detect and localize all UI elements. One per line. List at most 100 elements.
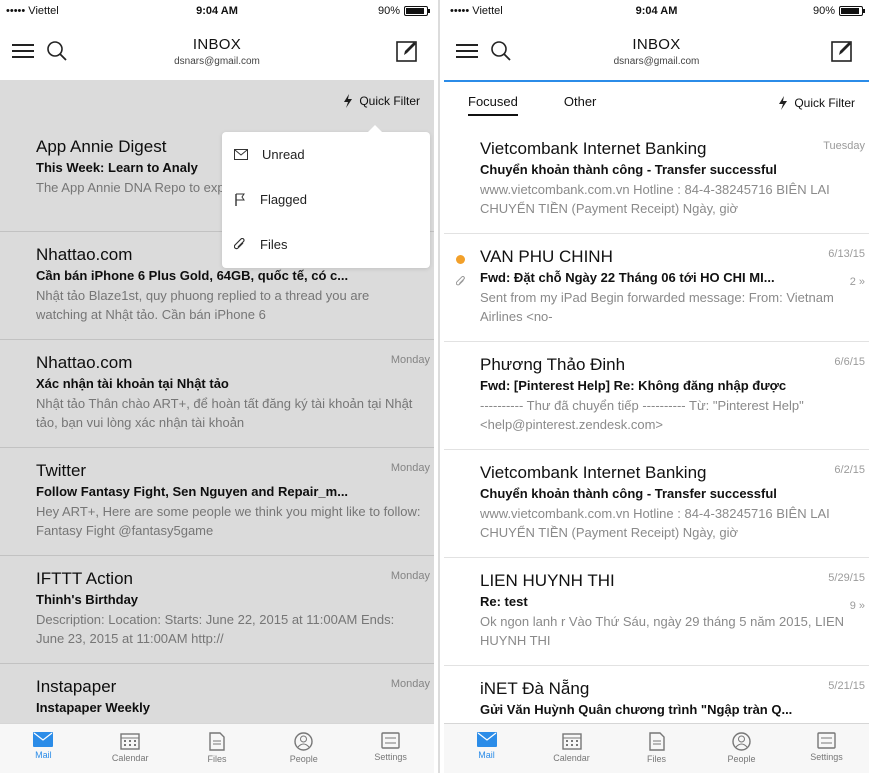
message-date: Monday bbox=[390, 678, 430, 690]
quick-filter-label: Quick Filter bbox=[359, 94, 420, 108]
filter-flagged[interactable]: Flagged bbox=[222, 177, 430, 222]
file-icon bbox=[648, 732, 665, 754]
inbox-title: INBOX bbox=[192, 36, 242, 53]
message-sender: Twitter bbox=[36, 461, 87, 480]
quick-filter-label: Quick Filter bbox=[794, 96, 855, 110]
message-date: 5/21/15 bbox=[828, 680, 865, 692]
message-row[interactable]: Nhattao.com Xác nhận tài khoản tại Nhật t… bbox=[0, 340, 434, 448]
tab-bar-label: People bbox=[727, 754, 756, 764]
message-row[interactable]: Twitter Follow Fantasy Fight, Sen Nguyen … bbox=[0, 448, 434, 556]
battery-indicator: 90% bbox=[378, 5, 430, 17]
message-date: Monday bbox=[390, 354, 430, 366]
tab-bar-mail[interactable]: Mail bbox=[444, 724, 529, 773]
compose-icon[interactable] bbox=[394, 38, 420, 64]
envelope-icon bbox=[234, 149, 248, 160]
settings-icon bbox=[817, 732, 836, 752]
message-row[interactable]: Vietcombank Internet Banking Chuyển khoản… bbox=[444, 126, 869, 234]
account-email: dsnars@gmail.com bbox=[174, 56, 260, 67]
message-date: 6/13/15 bbox=[828, 248, 865, 260]
message-subject: Instapaper Weekly bbox=[36, 700, 150, 715]
tab-bar: Mail Calendar Files People Settings bbox=[0, 723, 434, 773]
message-sender: Vietcombank Internet Banking bbox=[480, 139, 707, 158]
message-subject: Chuyển khoản thành công - Transfer succe… bbox=[480, 486, 777, 501]
tab-bar-calendar[interactable]: Calendar bbox=[529, 724, 614, 773]
quick-filter-button[interactable]: Quick Filter bbox=[778, 96, 855, 110]
right-screen: ••••• Viettel 9:04 AM 90% INBOX dsnars@g… bbox=[444, 0, 869, 773]
message-row[interactable]: IFTTT Action Thinh's Birthday Description:… bbox=[0, 556, 434, 664]
message-preview: Ok ngon lanh r Vào Thứ Sáu, ngày 29 thán… bbox=[480, 614, 845, 648]
paperclip-icon bbox=[234, 238, 245, 250]
tab-bar-calendar[interactable]: Calendar bbox=[87, 724, 174, 773]
tab-other[interactable]: Other bbox=[564, 94, 597, 116]
message-subject: Follow Fantasy Fight, Sen Nguyen and Rep… bbox=[36, 484, 349, 499]
file-icon bbox=[209, 732, 225, 754]
tab-bar-mail[interactable]: Mail bbox=[0, 724, 87, 773]
left-screen: ••••• Viettel 9:04 AM 90% INBOX dsnars@g… bbox=[0, 0, 434, 773]
tab-bar-files[interactable]: Files bbox=[614, 724, 699, 773]
tab-bar-files[interactable]: Files bbox=[174, 724, 261, 773]
calendar-icon bbox=[561, 732, 582, 753]
envelope-icon bbox=[33, 732, 54, 750]
message-row[interactable]: LIEN HUYNH THI Re: test Ok ngon lanh r Vào… bbox=[444, 558, 869, 666]
tab-bar-label: Calendar bbox=[553, 753, 590, 763]
message-subject: Fwd: Đặt chỗ Ngày 22 Tháng 06 tới HO CHI… bbox=[480, 270, 775, 285]
status-bar: ••••• Viettel 9:04 AM 90% bbox=[0, 0, 434, 22]
paperclip-icon bbox=[456, 276, 465, 286]
message-sender: iNET Đà Nẵng bbox=[480, 679, 590, 698]
tab-bar-people[interactable]: People bbox=[260, 724, 347, 773]
filter-unread[interactable]: Unread bbox=[222, 132, 430, 177]
flag-icon bbox=[235, 193, 245, 206]
message-preview: Description: Location: Starts: June 22, … bbox=[36, 612, 395, 646]
status-time: 9:04 AM bbox=[635, 5, 678, 17]
message-preview: www.vietcombank.com.vn Hotline : 84-4-38… bbox=[480, 506, 830, 540]
message-date: Monday bbox=[390, 462, 430, 474]
message-sender: Nhattao.com bbox=[36, 353, 133, 372]
message-subject: Fwd: [Pinterest Help] Re: Không đăng nhậ… bbox=[480, 378, 787, 393]
tab-bar: Mail Calendar Files People Settings bbox=[444, 723, 869, 773]
filter-bar: Quick Filter bbox=[0, 80, 434, 124]
tab-bar-label: Files bbox=[646, 754, 666, 764]
nav-bar: INBOX dsnars@gmail.com bbox=[0, 22, 434, 80]
tab-focused[interactable]: Focused bbox=[468, 94, 518, 116]
message-date: Monday bbox=[390, 570, 430, 582]
thread-count: 2 » bbox=[849, 276, 865, 288]
message-sender: Vietcombank Internet Banking bbox=[480, 463, 707, 482]
filter-bar: Focused Other Quick Filter bbox=[444, 82, 869, 126]
message-row[interactable]: Phương Thảo Đinh Fwd: [Pinterest Help] Re… bbox=[444, 342, 869, 450]
message-subject: Chuyển khoản thành công - Transfer succe… bbox=[480, 162, 777, 177]
message-list: Vietcombank Internet Banking Chuyển khoản… bbox=[444, 126, 869, 773]
filter-files-label: Files bbox=[260, 237, 288, 252]
tab-bar-settings[interactable]: Settings bbox=[784, 724, 869, 773]
compose-icon[interactable] bbox=[829, 38, 855, 64]
message-sender: IFTTT Action bbox=[36, 569, 133, 588]
battery-percent: 90% bbox=[812, 5, 835, 17]
lightning-icon bbox=[779, 96, 788, 110]
message-row[interactable]: VAN PHU CHINH Fwd: Đặt chỗ Ngày 22 Tháng … bbox=[444, 234, 869, 342]
inbox-title: INBOX bbox=[632, 36, 681, 53]
message-sender: Phương Thảo Đinh bbox=[480, 355, 626, 374]
tab-bar-people[interactable]: People bbox=[699, 724, 784, 773]
account-email: dsnars@gmail.com bbox=[613, 56, 700, 67]
tab-bar-label: Calendar bbox=[111, 753, 149, 763]
message-preview: Nhật tảo Blaze1st, quy phuong replied to… bbox=[36, 288, 370, 322]
tab-bar-label: Settings bbox=[374, 752, 407, 762]
people-icon bbox=[294, 732, 313, 754]
battery-icon bbox=[839, 6, 865, 16]
calendar-icon bbox=[120, 732, 140, 753]
filter-files[interactable]: Files bbox=[222, 222, 430, 267]
message-sender: VAN PHU CHINH bbox=[480, 247, 613, 266]
tab-bar-label: Files bbox=[207, 754, 227, 764]
message-date: 6/6/15 bbox=[834, 356, 865, 368]
message-subject: Re: test bbox=[480, 594, 528, 609]
tab-bar-label: Mail bbox=[478, 750, 495, 760]
status-time: 9:04 AM bbox=[196, 5, 238, 17]
message-preview: www.vietcombank.com.vn Hotline : 84-4-38… bbox=[480, 182, 830, 216]
battery-indicator: 90% bbox=[812, 5, 865, 17]
unread-dot bbox=[456, 255, 465, 264]
nav-bar: INBOX dsnars@gmail.com bbox=[444, 22, 869, 80]
message-subject: Xác nhận tài khoản tại Nhật tảo bbox=[36, 376, 229, 391]
quick-filter-button[interactable]: Quick Filter bbox=[343, 94, 420, 108]
message-row[interactable]: Vietcombank Internet Banking Chuyển khoản… bbox=[444, 450, 869, 558]
message-subject: Cần bán iPhone 6 Plus Gold, 64GB, quốc t… bbox=[36, 268, 349, 283]
tab-bar-settings[interactable]: Settings bbox=[347, 724, 434, 773]
